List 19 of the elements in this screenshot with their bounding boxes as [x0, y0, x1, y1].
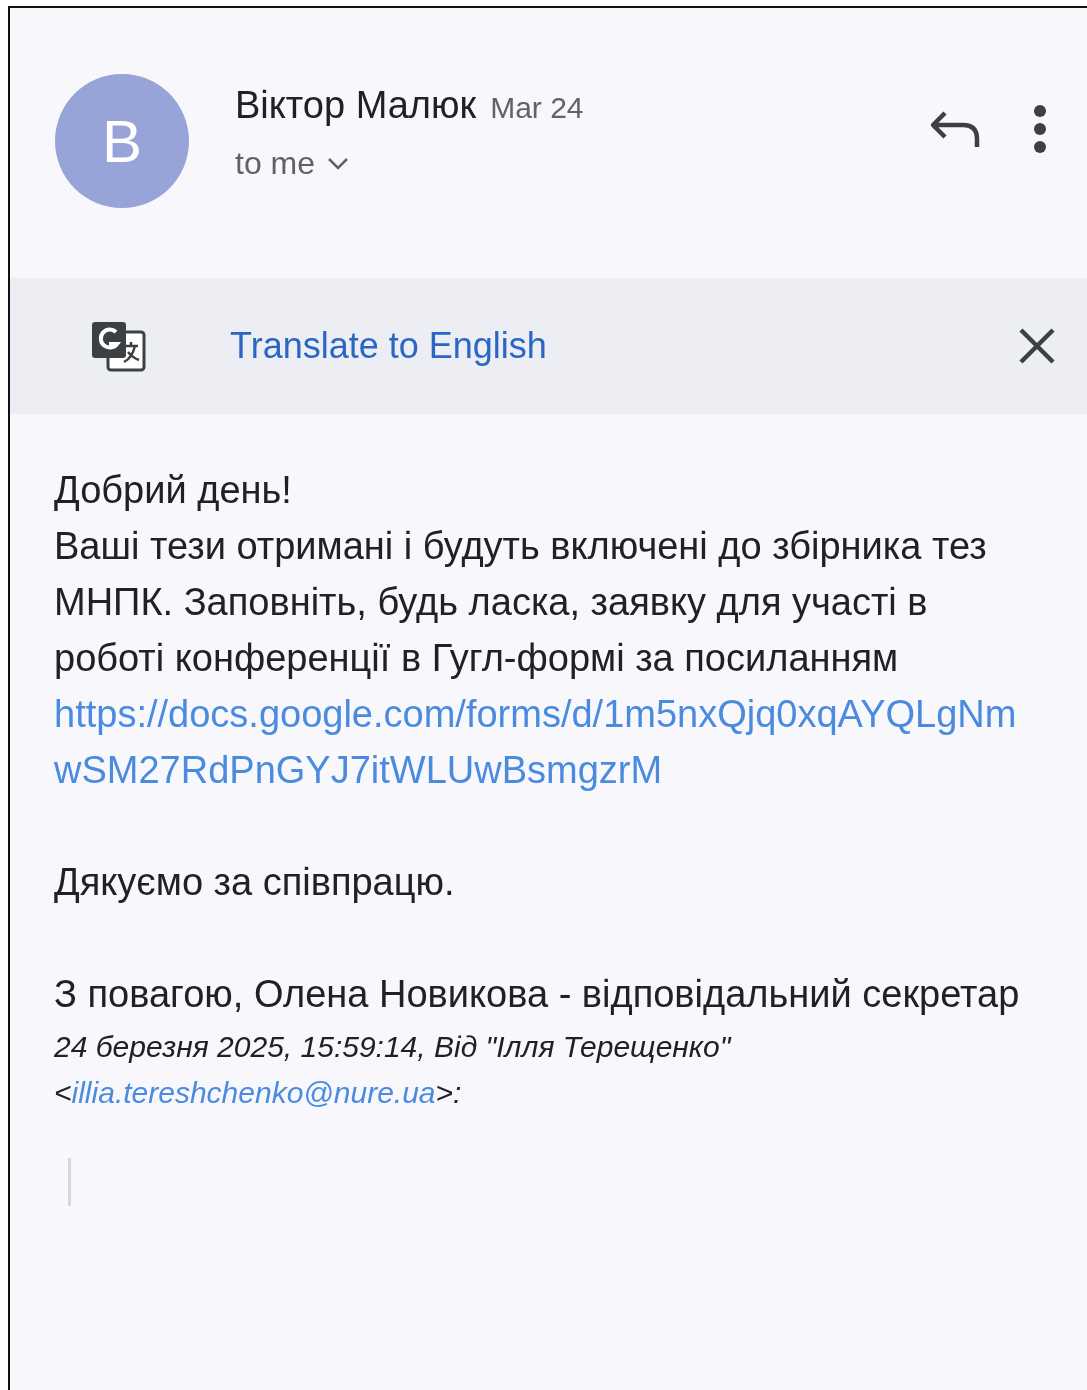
translate-link[interactable]: Translate to English [230, 325, 1017, 367]
quote-header: 24 березня 2025, 15:59:14, Від "Ілля Терещенко" <illia.tereshchenko@nure.ua>: [54, 1029, 733, 1111]
signature-text: З повагою, Олена Новикова - відповідальний секретар [54, 972, 1021, 1017]
reply-icon [929, 109, 981, 149]
close-button[interactable] [1017, 326, 1057, 366]
email-date: Mar 24 [490, 91, 584, 125]
message-paragraph: Ваші тези отримані і будуть включені до збірника тез МНПК. Заповніть, будь ласка, заявку для участі в роботі конференції в Гугл-формі за посиланням [54, 524, 988, 681]
recipient-toggle[interactable]: to me [235, 145, 350, 182]
thanks-text: Дякуємо за співпрацю. [54, 860, 456, 905]
form-link[interactable]: https://docs.google.com/forms/d/1m5nxQjq0xqAYQLgNmwSM27RdPnGYJ7itWLUwBsmgzrM [54, 686, 1037, 798]
more-options-icon [1033, 104, 1047, 154]
avatar: B [55, 74, 189, 208]
chevron-icon [327, 156, 350, 171]
greeting-text: Добрий день! [54, 468, 293, 513]
email-link[interactable]: illia.tereshchenko@nure.ua [71, 1076, 436, 1109]
sender-name: Віктор Малюк [235, 84, 477, 127]
reply-button[interactable] [929, 109, 981, 149]
close-icon [1017, 326, 1057, 366]
more-options-button[interactable] [1033, 104, 1047, 154]
